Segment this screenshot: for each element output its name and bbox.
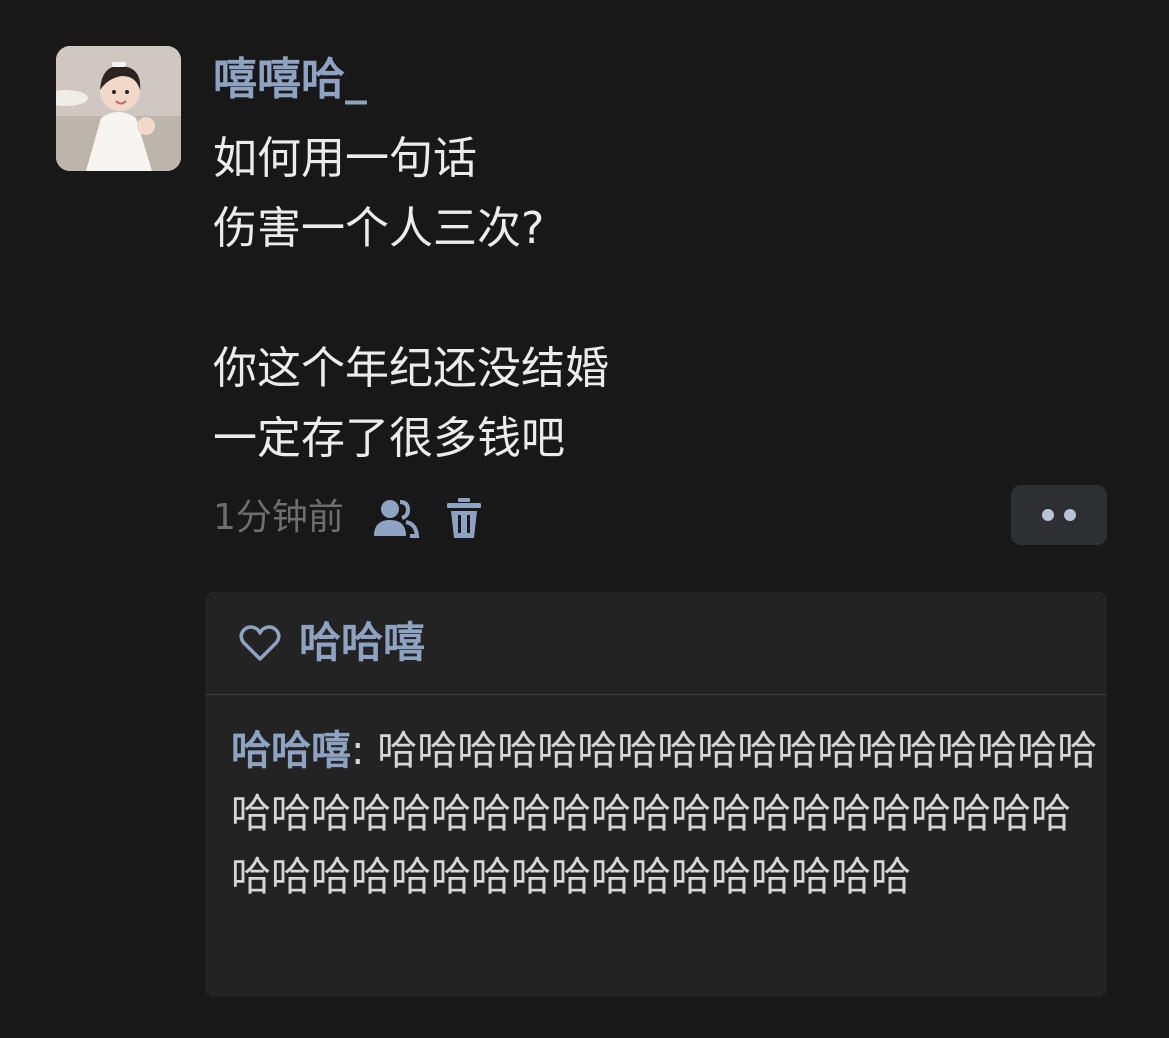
post-username[interactable]: 嘻嘻哈_	[213, 52, 367, 108]
post-content-line: 如何用一句话	[213, 133, 477, 184]
comment-item[interactable]: 哈哈嘻: 哈哈哈哈哈哈哈哈哈哈哈哈哈哈哈哈哈哈哈哈哈哈哈哈哈哈哈哈哈哈哈哈哈哈哈…	[231, 720, 1101, 909]
friends-icon[interactable]	[372, 496, 420, 540]
like-user-name[interactable]: 哈哈嘻	[299, 616, 425, 670]
comment-separator: :	[351, 728, 378, 774]
likes-row: 哈哈嘻	[205, 592, 1107, 695]
trash-icon[interactable]	[446, 496, 482, 540]
more-button[interactable]	[1011, 485, 1107, 545]
avatar-photo	[56, 46, 181, 171]
post-timestamp: 1分钟前	[213, 497, 344, 538]
post-content: 如何用一句话 伤害一个人三次? 你这个年纪还没结婚 一定存了很多钱吧	[213, 124, 609, 474]
post-content-line: 你这个年纪还没结婚	[213, 343, 609, 394]
post-meta: 1分钟前	[213, 490, 482, 546]
post-content-line: 伤害一个人三次?	[213, 203, 545, 254]
post-content-line	[213, 264, 609, 334]
avatar[interactable]	[56, 46, 181, 171]
post-content-line: 一定存了很多钱吧	[213, 413, 565, 464]
heart-icon	[239, 625, 281, 661]
comment-author[interactable]: 哈哈嘻	[231, 728, 351, 774]
comment-panel: 哈哈嘻 哈哈嘻: 哈哈哈哈哈哈哈哈哈哈哈哈哈哈哈哈哈哈哈哈哈哈哈哈哈哈哈哈哈哈哈…	[205, 592, 1107, 997]
more-dots-icon	[1042, 509, 1054, 521]
more-dots-icon	[1064, 509, 1076, 521]
